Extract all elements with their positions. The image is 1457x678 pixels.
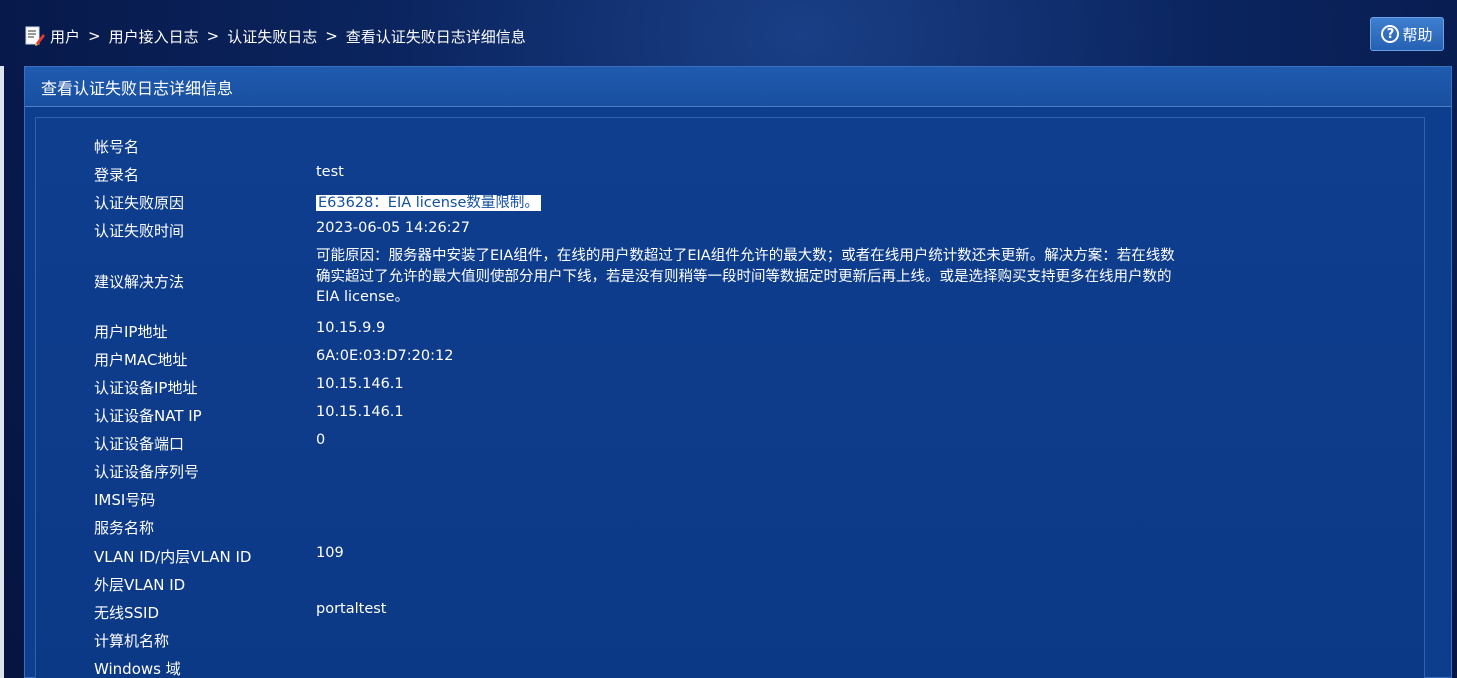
field-label-windows-domain: Windows 域 (94, 660, 181, 678)
field-label-user-ip: 用户IP地址 (94, 323, 168, 341)
field-label-service-name: 服务名称 (94, 519, 155, 537)
field-value-vlan-id: 109 (316, 545, 344, 561)
field-label-account: 帐号名 (94, 138, 140, 156)
field-label-vlan-id: VLAN ID/内层VLAN ID (94, 548, 252, 566)
field-label-device-serial: 认证设备序列号 (94, 463, 200, 481)
field-value-user-ip: 10.15.9.9 (316, 320, 386, 336)
panel-title: 查看认证失败日志详细信息 (25, 67, 1451, 107)
field-label-device-port: 认证设备端口 (94, 435, 185, 453)
field-label-computer-name: 计算机名称 (94, 632, 170, 650)
help-button-label: 帮助 (1402, 25, 1433, 44)
breadcrumb-item-current: 查看认证失败日志详细信息 (345, 27, 526, 46)
breadcrumb-separator: > (88, 27, 101, 45)
field-label-outer-vlan: 外层VLAN ID (94, 576, 186, 594)
breadcrumb-separator: > (206, 27, 220, 45)
field-label-login: 登录名 (94, 166, 140, 184)
field-value-login: test (316, 164, 344, 180)
top-bar: 用户 > 用户接入日志 > 认证失败日志 > 查看认证失败日志详细信息 ? 帮助 (0, 0, 1457, 66)
field-label-solution: 建议解决方法 (94, 273, 185, 291)
field-label-user-mac: 用户MAC地址 (94, 351, 188, 369)
document-edit-icon (25, 26, 45, 46)
left-edge-strip (0, 66, 4, 678)
breadcrumb: 用户 > 用户接入日志 > 认证失败日志 > 查看认证失败日志详细信息 (24, 25, 526, 47)
field-value-device-ip: 10.15.146.1 (316, 376, 404, 392)
field-label-fail-time: 认证失败时间 (94, 222, 185, 240)
breadcrumb-item-access-log[interactable]: 用户接入日志 (109, 26, 199, 47)
field-value-solution: 可能原因：服务器中安装了EIA组件，在线的用户数超过了EIA组件允许的最大数；或… (316, 248, 1175, 305)
field-value-device-port: 0 (316, 432, 326, 448)
field-label-ssid: 无线SSID (94, 604, 160, 622)
field-label-fail-reason: 认证失败原因 (94, 194, 185, 212)
field-label-device-ip: 认证设备IP地址 (94, 379, 198, 397)
breadcrumb-item-user[interactable]: 用户 (50, 26, 80, 47)
field-label-imsi: IMSI号码 (94, 491, 156, 509)
field-value-ssid: portaltest (316, 601, 387, 617)
field-value-fail-reason: E63628：EIA license数量限制。 (316, 191, 541, 212)
breadcrumb-item-auth-failure-log[interactable]: 认证失败日志 (227, 26, 317, 47)
field-value-device-nat-ip: 10.15.146.1 (316, 404, 404, 420)
detail-body: 帐号名 登录名 test 认证失败原因 E63628：EIA license数量… (35, 117, 1425, 678)
field-value-user-mac: 6A:0E:03:D7:20:12 (316, 348, 454, 364)
question-circle-icon: ? (1381, 25, 1400, 43)
detail-panel: 查看认证失败日志详细信息 帐号名 登录名 test 认证失败原因 E63628：… (24, 66, 1452, 678)
fail-reason-highlight: E63628：EIA license数量限制。 (316, 195, 541, 211)
field-value-fail-time: 2023-06-05 14:26:27 (316, 220, 470, 236)
help-button[interactable]: ? 帮助 (1370, 17, 1444, 51)
breadcrumb-separator: > (325, 27, 338, 45)
field-label-device-nat-ip: 认证设备NAT IP (94, 407, 202, 425)
